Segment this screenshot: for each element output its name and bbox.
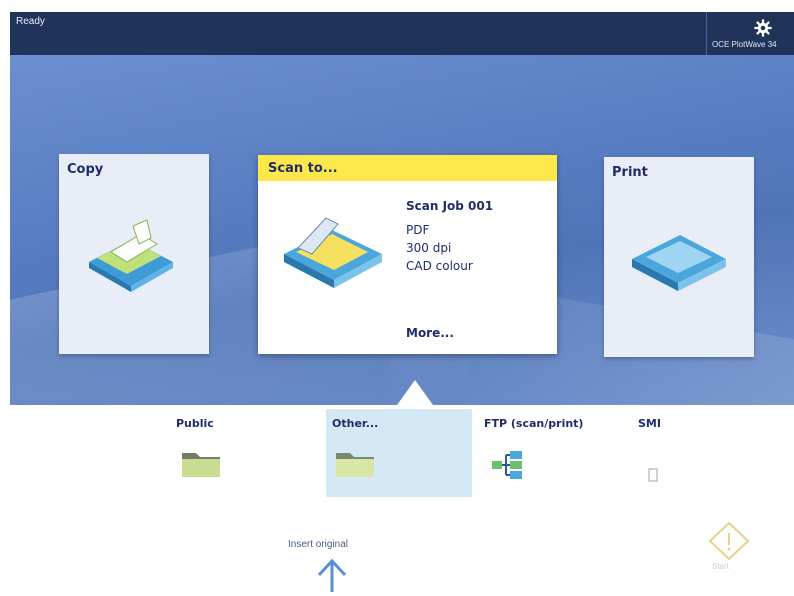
destination-ftp[interactable]: FTP (scan/print) (480, 409, 628, 497)
scan-resolution: 300 dpi (406, 241, 452, 255)
destination-public[interactable]: Public (160, 409, 306, 497)
network-icon (492, 451, 522, 479)
start-button[interactable] (702, 519, 756, 575)
folder-icon (182, 453, 220, 477)
network-icon (648, 468, 658, 482)
more-settings-link[interactable]: More... (406, 326, 454, 340)
arrow-up-icon (317, 558, 347, 592)
destination-smb[interactable]: SMB (632, 409, 660, 497)
scan-to-tile[interactable]: Scan to... Scan Job 001 PDF 300 dpi CAD … (258, 155, 557, 354)
copy-tile-title: Copy (67, 162, 104, 177)
status-bar (10, 12, 794, 55)
destination-label: FTP (scan/print) (484, 417, 584, 430)
selection-pointer (397, 380, 433, 405)
scan-tile-title: Scan to... (268, 161, 338, 176)
scanner-icon (284, 217, 382, 288)
scan-color-mode: CAD colour (406, 259, 473, 273)
print-icon (632, 235, 726, 291)
scan-job-name: Scan Job 001 (406, 199, 494, 213)
start-label: Start (712, 562, 729, 571)
gear-icon (754, 19, 772, 37)
device-name: OCE PlotWave 34 (712, 40, 777, 49)
status-text: Ready (16, 16, 45, 27)
scan-format: PDF (406, 223, 430, 237)
print-tile[interactable]: Print (604, 157, 754, 357)
copy-tile[interactable]: Copy (59, 154, 209, 354)
folder-icon (336, 453, 374, 477)
insert-original-text: Insert original (288, 539, 349, 550)
destination-label: Public (176, 417, 214, 430)
destination-label: SMB (638, 417, 660, 430)
print-tile-title: Print (612, 165, 648, 180)
copy-icon (89, 219, 173, 292)
destination-label: Other... (332, 417, 379, 430)
destination-other[interactable]: Other... (326, 409, 472, 497)
